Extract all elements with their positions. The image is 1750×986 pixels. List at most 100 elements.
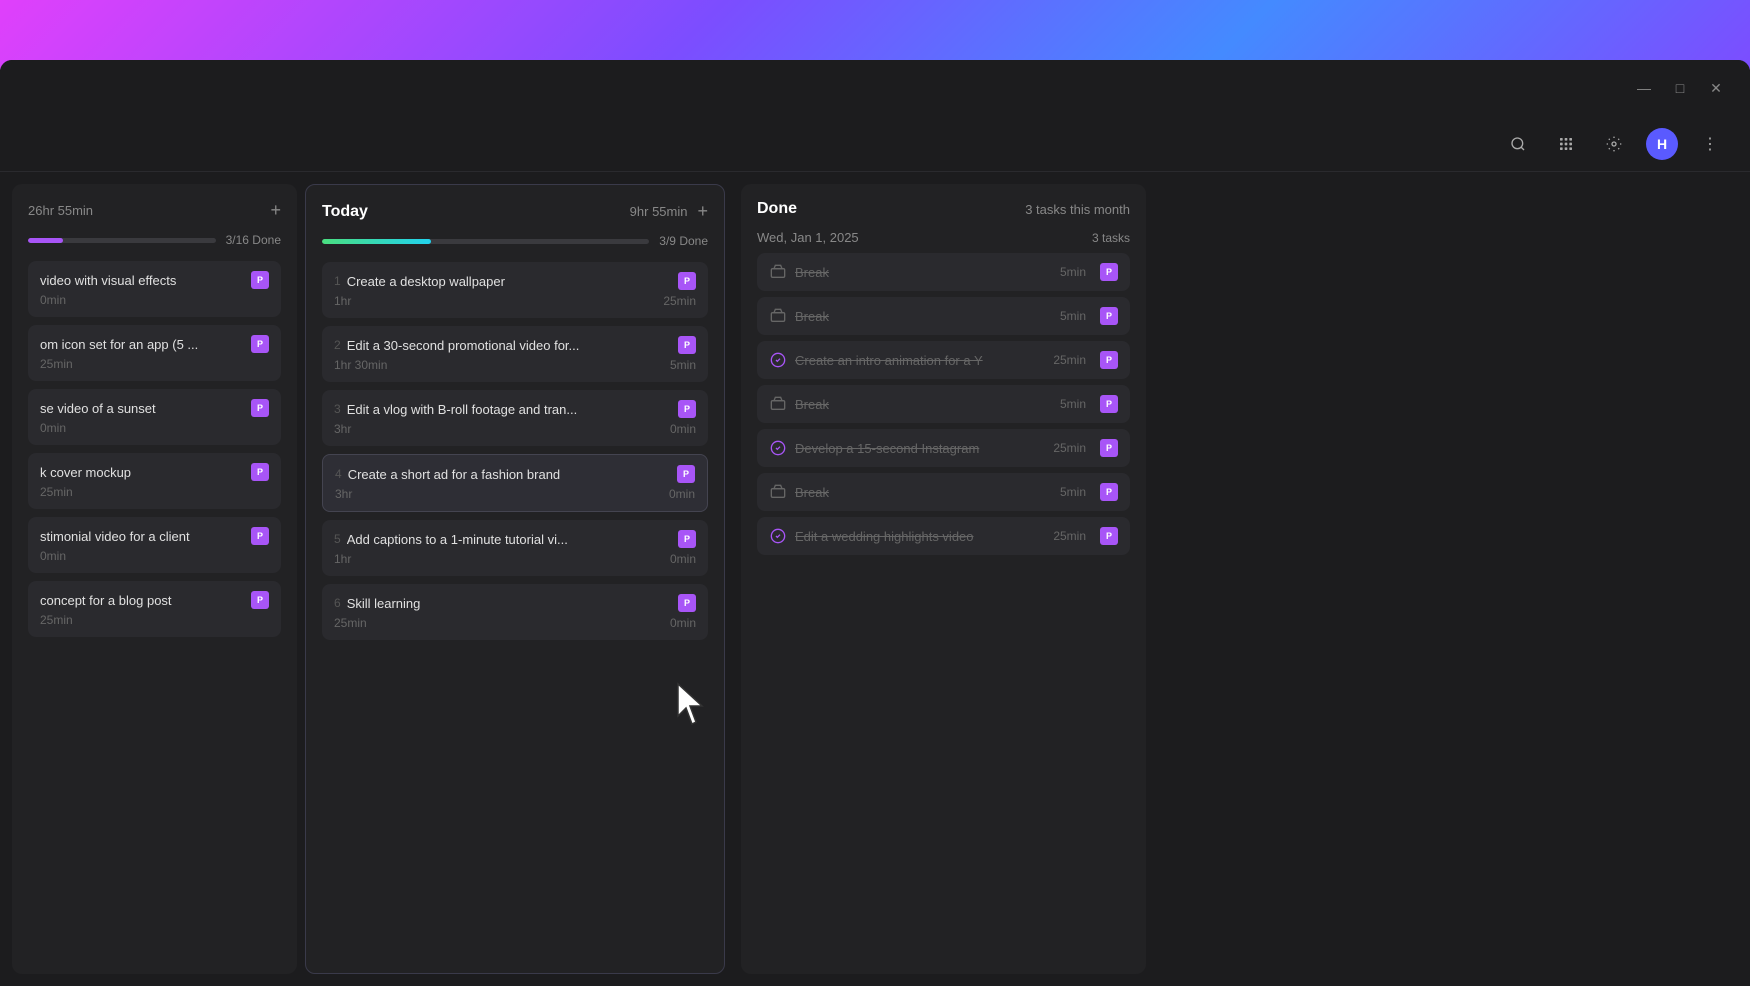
today-task-5[interactable]: 5 Add captions to a 1-minute tutorial vi… xyxy=(322,520,708,576)
task-time: 0min xyxy=(669,487,695,501)
today-task-1[interactable]: 1 Create a desktop wallpaper P 1hr 25min xyxy=(322,262,708,318)
done-task-name: Break xyxy=(795,265,1052,280)
task-duration: 3hr xyxy=(335,487,352,501)
list-item[interactable]: se video of a sunset P 0min xyxy=(28,389,281,445)
list-item[interactable]: om icon set for an app (5 ... P 25min xyxy=(28,325,281,381)
task-time: 25min xyxy=(663,294,696,308)
today-col-progress-fill xyxy=(322,239,431,244)
done-col-title: Done xyxy=(757,200,797,218)
today-col-progress-bg xyxy=(322,239,649,244)
left-col-progress-row: 3/16 Done xyxy=(28,233,281,247)
task-name: stimonial video for a client xyxy=(40,529,243,544)
break-icon xyxy=(769,307,787,325)
today-task-4[interactable]: 4 Create a short ad for a fashion brand … xyxy=(322,454,708,512)
done-task-time: 25min xyxy=(1053,353,1086,367)
done-task-3[interactable]: Create an intro animation for a Y 25min … xyxy=(757,341,1130,379)
task-number: 2 xyxy=(334,338,341,352)
done-task-time: 25min xyxy=(1053,529,1086,543)
done-task-name: Break xyxy=(795,397,1052,412)
today-task-6[interactable]: 6 Skill learning P 25min 0min xyxy=(322,584,708,640)
task-number: 3 xyxy=(334,402,341,416)
close-button[interactable]: ✕ xyxy=(1702,74,1730,102)
task-badge: P xyxy=(251,271,269,289)
today-col-add-button[interactable]: + xyxy=(697,201,708,222)
done-task-time: 5min xyxy=(1060,397,1086,411)
done-section-header: Wed, Jan 1, 2025 3 tasks xyxy=(757,230,1130,245)
content-area: 26hr 55min + 3/16 Done video with visual… xyxy=(0,172,1750,986)
task-time: 25min xyxy=(40,485,73,499)
break-icon xyxy=(769,395,787,413)
left-col-done-text: 3/16 Done xyxy=(226,233,281,247)
list-item[interactable]: video with visual effects P 0min xyxy=(28,261,281,317)
more-options-icon[interactable]: ⋮ xyxy=(1694,128,1726,160)
left-col-total-time: 26hr 55min xyxy=(28,203,93,218)
task-badge: P xyxy=(251,335,269,353)
task-badge: P xyxy=(677,465,695,483)
task-duration: 3hr xyxy=(334,422,351,436)
task-time: 25min xyxy=(40,357,73,371)
task-badge: P xyxy=(251,527,269,545)
task-duration: 1hr xyxy=(334,294,351,308)
task-name: se video of a sunset xyxy=(40,401,243,416)
task-name: Skill learning xyxy=(347,596,670,611)
today-task-2[interactable]: 2 Edit a 30-second promotional video for… xyxy=(322,326,708,382)
today-task-3[interactable]: 3 Edit a vlog with B-roll footage and tr… xyxy=(322,390,708,446)
done-task-5[interactable]: Develop a 15-second Instagram 25min P xyxy=(757,429,1130,467)
task-name: om icon set for an app (5 ... xyxy=(40,337,243,352)
avatar[interactable]: H xyxy=(1646,128,1678,160)
task-time: 5min xyxy=(670,358,696,372)
settings-icon[interactable] xyxy=(1598,128,1630,160)
task-time: 25min xyxy=(40,613,73,627)
task-time: 0min xyxy=(670,422,696,436)
task-time: 0min xyxy=(40,549,66,563)
left-col-header: 26hr 55min + xyxy=(28,200,281,221)
task-badge: P xyxy=(678,336,696,354)
window-controls: — □ ✕ xyxy=(1630,74,1730,102)
check-circle-icon xyxy=(769,439,787,457)
left-column: 26hr 55min + 3/16 Done video with visual… xyxy=(12,184,297,974)
task-name: concept for a blog post xyxy=(40,593,243,608)
task-name: Create a desktop wallpaper xyxy=(347,274,670,289)
main-window: — □ ✕ xyxy=(0,60,1750,986)
task-time: 0min xyxy=(40,293,66,307)
break-icon xyxy=(769,263,787,281)
list-item[interactable]: k cover mockup P 25min xyxy=(28,453,281,509)
task-time: 0min xyxy=(670,616,696,630)
done-task-break-1[interactable]: Break 5min P xyxy=(757,253,1130,291)
check-circle-icon xyxy=(769,351,787,369)
task-name: Create a short ad for a fashion brand xyxy=(348,467,669,482)
done-column: Done 3 tasks this month Wed, Jan 1, 2025… xyxy=(741,184,1146,974)
task-badge: P xyxy=(251,399,269,417)
task-badge: P xyxy=(678,594,696,612)
task-duration: 1hr 30min xyxy=(334,358,387,372)
done-task-time: 5min xyxy=(1060,309,1086,323)
search-icon[interactable] xyxy=(1502,128,1534,160)
task-duration: 1hr xyxy=(334,552,351,566)
done-task-break-2[interactable]: Break 5min P xyxy=(757,297,1130,335)
task-badge: P xyxy=(251,591,269,609)
task-badge: P xyxy=(1100,263,1118,281)
done-task-7[interactable]: Edit a wedding highlights video 25min P xyxy=(757,517,1130,555)
grid-icon[interactable] xyxy=(1550,128,1582,160)
done-task-break-6[interactable]: Break 5min P xyxy=(757,473,1130,511)
task-name: Edit a 30-second promotional video for..… xyxy=(347,338,670,353)
done-task-name: Break xyxy=(795,309,1052,324)
minimize-button[interactable]: — xyxy=(1630,74,1658,102)
done-task-time: 25min xyxy=(1053,441,1086,455)
list-item[interactable]: stimonial video for a client P 0min xyxy=(28,517,281,573)
today-column: Today 9hr 55min + 3/9 Done 1 Create a de… xyxy=(305,184,725,974)
task-badge: P xyxy=(1100,527,1118,545)
done-col-meta: 3 tasks this month xyxy=(1025,202,1130,217)
maximize-button[interactable]: □ xyxy=(1666,74,1694,102)
title-bar: — □ ✕ xyxy=(0,60,1750,116)
task-name: Add captions to a 1-minute tutorial vi..… xyxy=(347,532,670,547)
left-col-add-button[interactable]: + xyxy=(270,200,281,221)
task-number: 5 xyxy=(334,532,341,546)
task-badge: P xyxy=(1100,395,1118,413)
task-badge: P xyxy=(1100,439,1118,457)
task-number: 1 xyxy=(334,274,341,288)
today-col-header: Today 9hr 55min + xyxy=(322,201,708,222)
task-badge: P xyxy=(251,463,269,481)
done-task-break-4[interactable]: Break 5min P xyxy=(757,385,1130,423)
list-item[interactable]: concept for a blog post P 25min xyxy=(28,581,281,637)
